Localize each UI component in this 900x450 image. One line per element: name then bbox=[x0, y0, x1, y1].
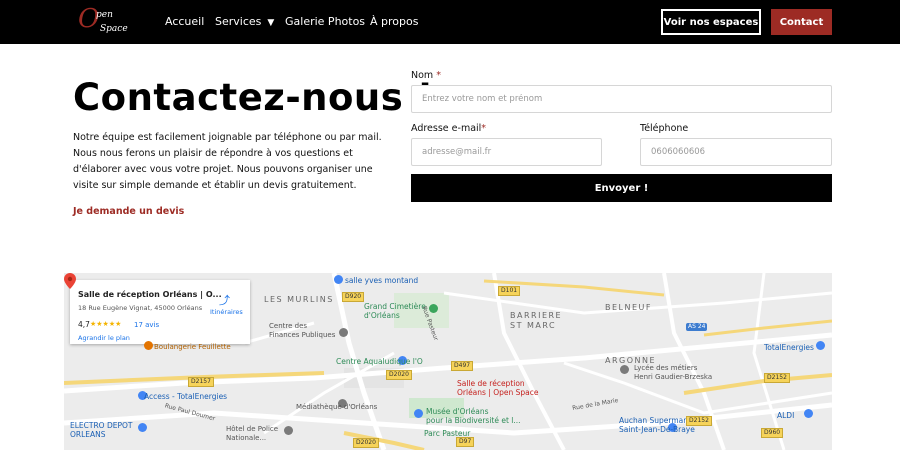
chevron-down-icon: ▼ bbox=[267, 18, 275, 28]
road-badge-d960: D960 bbox=[761, 428, 784, 438]
road-badge-as24: AS 24 bbox=[686, 323, 708, 331]
map-label-venue: Salle de réception Orléans | Open Space bbox=[457, 379, 539, 397]
road-badge-d2157: D2157 bbox=[188, 377, 214, 387]
bakery-pin-icon[interactable] bbox=[144, 341, 153, 350]
museum-pin-icon[interactable] bbox=[414, 409, 423, 418]
map-label-musee: Musée d'Orléans pour la Biodiversité et … bbox=[426, 407, 521, 425]
name-label: Nom * bbox=[411, 70, 441, 81]
road-badge-d2020-south: D2020 bbox=[353, 438, 379, 448]
cemetery-pin-icon[interactable] bbox=[429, 304, 438, 313]
map-label-hotel-police: Hôtel de Police Nationale... bbox=[226, 425, 279, 442]
road-badge-d497: D497 bbox=[451, 361, 474, 371]
place-rating: 4,7 bbox=[78, 320, 90, 329]
demande-devis-link[interactable]: Je demande un devis bbox=[73, 206, 184, 217]
nav-accueil[interactable]: Accueil bbox=[165, 15, 204, 28]
voir-nos-espaces-button[interactable]: Voir nos espaces bbox=[661, 9, 761, 35]
fuel-station-pin-icon[interactable] bbox=[816, 341, 825, 350]
map-label-access: Access - TotalEnergies bbox=[144, 392, 228, 401]
map-label-mediatheque: Médiathèque d'Orléans bbox=[296, 403, 378, 411]
directions-icon[interactable]: ⤴ bbox=[219, 292, 230, 308]
intro-text: Notre équipe est facilement joignable pa… bbox=[73, 132, 382, 191]
contact-button[interactable]: Contact bbox=[771, 9, 832, 35]
star-rating-icon: ★★★★★ bbox=[90, 320, 122, 328]
map-area-barriere: BARRIERE ST MARC bbox=[510, 311, 563, 330]
road-badge-d2152: D2152 bbox=[764, 373, 790, 383]
email-label: Adresse e-mail* bbox=[411, 123, 486, 134]
road-badge-d97: D97 bbox=[456, 437, 475, 447]
reviews-link[interactable]: 17 avis bbox=[134, 321, 159, 329]
top-navbar: O pen Space Accueil Services ▼ Galerie Ph… bbox=[0, 0, 900, 44]
name-label-text: Nom bbox=[411, 70, 434, 81]
music-venue-pin-icon[interactable] bbox=[334, 275, 343, 284]
place-address: 18 Rue Eugène Vignat, 45000 Orléans bbox=[78, 304, 203, 312]
page-title: Contactez-nous ! bbox=[73, 76, 435, 119]
place-title: Salle de réception Orléans | O... bbox=[78, 290, 222, 299]
open-space-logo[interactable]: O pen Space bbox=[78, 4, 130, 40]
map-area-murlins: LES MURLINS bbox=[264, 295, 334, 304]
map-area-belneuf: BELNEUF bbox=[605, 303, 652, 312]
aldi-pin-icon[interactable] bbox=[804, 409, 813, 418]
name-input[interactable] bbox=[411, 85, 832, 113]
map-label-centre-finances: Centre des Finances Publiques bbox=[269, 322, 336, 339]
road-badge-d2152-south: D2152 bbox=[686, 416, 712, 426]
submit-button[interactable]: Envoyer ! bbox=[411, 174, 832, 202]
map-label-aqualudique: Centre Aqualudique l'O bbox=[336, 357, 423, 366]
directions-link[interactable]: Itinéraires bbox=[210, 308, 243, 316]
nav-galerie-photos[interactable]: Galerie Photos bbox=[285, 15, 365, 28]
enlarge-map-link[interactable]: Agrandir le plan bbox=[78, 334, 130, 342]
map-place-card: Salle de réception Orléans | O... 18 Rue… bbox=[70, 280, 250, 344]
store-pin-icon[interactable] bbox=[138, 423, 147, 432]
nav-services[interactable]: Services ▼ bbox=[215, 15, 274, 28]
map-label-totalenergies: TotalEnergies bbox=[764, 343, 814, 352]
road-badge-d101: D101 bbox=[498, 286, 521, 296]
map-label-boulangerie: Boulangerie Feuillette bbox=[154, 343, 231, 351]
logo-text-line1: pen bbox=[96, 10, 113, 20]
school-pin-icon[interactable] bbox=[620, 365, 629, 374]
nav-services-label: Services bbox=[215, 15, 262, 28]
venue-location-pin-icon[interactable] bbox=[64, 273, 76, 289]
phone-label: Téléphone bbox=[640, 123, 689, 134]
map-label-lycee: Lycée des métiers Henri Gaudier-Brzeska bbox=[634, 364, 713, 381]
road-badge-d920: D920 bbox=[342, 292, 365, 302]
email-input[interactable] bbox=[411, 138, 602, 166]
logo-text-line2: Space bbox=[100, 24, 128, 34]
map-label-yves-montand: salle yves montand bbox=[345, 276, 419, 285]
email-label-text: Adresse e-mail bbox=[411, 123, 482, 134]
required-mark: * bbox=[436, 70, 441, 81]
building-pin-icon[interactable] bbox=[339, 328, 348, 337]
map-label-electro: ELECTRO DEPOT ORLEANS bbox=[70, 421, 133, 439]
required-mark: * bbox=[481, 123, 487, 134]
map-label-aldi: ALDI bbox=[777, 411, 795, 420]
road-badge-d2020: D2020 bbox=[386, 370, 412, 380]
phone-input[interactable] bbox=[640, 138, 832, 166]
nav-a-propos[interactable]: À propos bbox=[370, 15, 418, 28]
google-map[interactable]: Salle de réception Orléans | O... 18 Rue… bbox=[64, 273, 832, 450]
police-pin-icon[interactable] bbox=[284, 426, 293, 435]
map-label-cimetiere: Grand Cimetière d'Orléans bbox=[364, 302, 426, 320]
